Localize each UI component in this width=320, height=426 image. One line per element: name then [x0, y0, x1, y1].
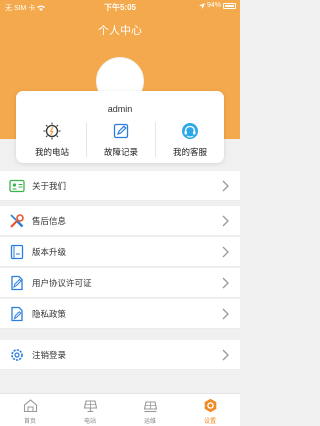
edit-record-icon	[113, 123, 129, 139]
book-icon	[10, 244, 24, 260]
maintenance-icon	[143, 401, 157, 413]
shortcut-fault-record[interactable]: 故障记录	[86, 122, 156, 158]
tab-label: 电站	[83, 419, 96, 425]
chevron-right-icon	[222, 180, 229, 192]
battery-icon	[223, 2, 236, 9]
menu-label: 关于我们	[32, 181, 67, 191]
tab-home[interactable]: 首页	[0, 398, 60, 425]
shortcut-my-station[interactable]: 我的电站	[17, 122, 87, 158]
chevron-right-icon	[222, 308, 229, 320]
username: admin	[107, 104, 133, 114]
location-icon	[198, 2, 205, 9]
tab-station[interactable]: 电站	[60, 398, 120, 425]
battery-percent: 94%	[206, 2, 221, 9]
tab-maintenance[interactable]: 运维	[120, 398, 180, 425]
headset-icon	[182, 123, 198, 139]
tools-icon	[10, 214, 24, 228]
document-edit-icon	[11, 275, 23, 291]
menu-item-privacy[interactable]: 隐私政策	[0, 299, 240, 329]
contact-card-icon	[9, 179, 25, 193]
tab-bar: 首页 电站 运维 设置	[0, 393, 240, 426]
tab-label: 首页	[23, 419, 36, 425]
shortcut-label: 故障记录	[103, 147, 138, 157]
menu-label: 用户协议许可证	[32, 278, 92, 288]
menu-label: 注销登录	[32, 350, 67, 360]
page-title: 个人中心	[98, 25, 142, 37]
settings-icon	[204, 398, 216, 413]
chevron-right-icon	[222, 349, 229, 361]
tab-settings[interactable]: 设置	[180, 398, 240, 425]
menu-item-about[interactable]: 关于我们	[0, 171, 240, 201]
power-icon	[43, 122, 61, 140]
menu-label: 售后信息	[32, 216, 67, 226]
tab-label: 设置	[203, 419, 216, 425]
menu-item-logout[interactable]: 注销登录	[0, 340, 240, 370]
shortcut-label: 我的电站	[34, 147, 69, 157]
privacy-document-icon	[11, 306, 23, 322]
chevron-right-icon	[222, 277, 229, 289]
menu-label: 版本升级	[32, 247, 67, 257]
menu-label: 隐私政策	[32, 309, 67, 319]
solar-panel-icon	[83, 400, 97, 413]
gear-icon	[11, 349, 23, 361]
chevron-right-icon	[222, 246, 229, 258]
home-icon	[23, 399, 37, 413]
status-bar: 无 SIM 卡 下午5:05 94%	[0, 0, 240, 14]
shortcut-label: 我的客服	[172, 147, 207, 157]
shortcut-customer-service[interactable]: 我的客服	[155, 122, 225, 158]
chevron-right-icon	[222, 215, 229, 227]
menu-item-upgrade[interactable]: 版本升级	[0, 237, 240, 267]
menu-item-after-sales[interactable]: 售后信息	[0, 206, 240, 236]
tab-label: 运维	[143, 419, 156, 425]
menu-item-license[interactable]: 用户协议许可证	[0, 268, 240, 298]
